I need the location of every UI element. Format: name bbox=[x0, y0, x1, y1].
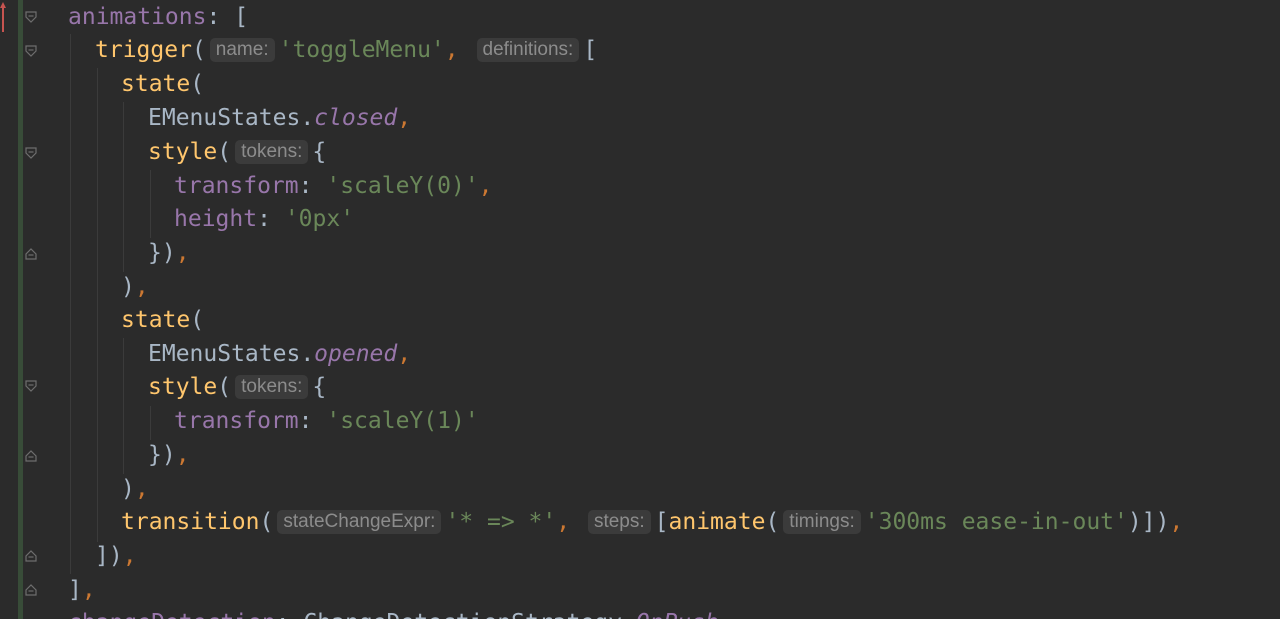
code-line[interactable]: state( bbox=[121, 67, 204, 101]
parameter-hint: tokens: bbox=[235, 375, 309, 399]
indent-guide bbox=[70, 34, 71, 574]
fold-collapse-icon[interactable] bbox=[25, 45, 37, 57]
function-token: animate bbox=[668, 509, 766, 535]
code-line[interactable]: height: '0px' bbox=[174, 202, 354, 236]
string-token: 'scaleY(1)' bbox=[326, 408, 479, 434]
string-token: '0px' bbox=[284, 206, 355, 232]
code-line[interactable]: }), bbox=[148, 236, 190, 270]
indent-guide bbox=[97, 68, 98, 542]
code-line[interactable]: transform: 'scaleY(0)', bbox=[174, 169, 493, 203]
fold-end-icon[interactable] bbox=[25, 550, 37, 562]
function-token: style bbox=[148, 374, 218, 400]
enum-member-token: closed bbox=[314, 105, 398, 131]
indent-guide bbox=[123, 102, 124, 272]
function-token: trigger bbox=[95, 37, 192, 63]
indent-guide bbox=[150, 170, 151, 238]
indent-guide bbox=[150, 406, 151, 440]
code-line[interactable]: ), bbox=[121, 472, 149, 506]
function-token: transition bbox=[121, 509, 260, 535]
property-token: transform bbox=[174, 173, 299, 199]
fold-end-icon[interactable] bbox=[25, 248, 37, 260]
property-token: transform bbox=[174, 408, 299, 434]
code-line[interactable]: state( bbox=[121, 303, 204, 337]
indent-guide bbox=[123, 338, 124, 474]
parameter-hint: timings: bbox=[783, 510, 861, 534]
code-line[interactable]: EMenuStates.closed, bbox=[148, 101, 411, 135]
parameter-hint: definitions: bbox=[476, 38, 580, 62]
string-token: 'scaleY(0)' bbox=[326, 173, 479, 199]
property-token: animations bbox=[68, 4, 207, 30]
code-line[interactable]: style(tokens:{ bbox=[148, 370, 326, 404]
enum-member-token: opened bbox=[314, 341, 398, 367]
function-token: state bbox=[121, 307, 191, 333]
vcs-modified-arrow-icon[interactable] bbox=[0, 2, 6, 32]
fold-end-icon[interactable] bbox=[25, 584, 37, 596]
code-line[interactable]: style(tokens:{ bbox=[148, 135, 326, 169]
parameter-hint: steps: bbox=[587, 510, 651, 534]
fold-end-icon[interactable] bbox=[25, 450, 37, 462]
parameter-hint: stateChangeExpr: bbox=[277, 510, 442, 534]
code-line[interactable]: transition(stateChangeExpr: '* => *', ste… bbox=[121, 505, 1183, 539]
function-token: style bbox=[148, 139, 218, 165]
parameter-hint: tokens: bbox=[235, 140, 309, 164]
code-line[interactable]: transform: 'scaleY(1)' bbox=[174, 404, 479, 438]
parameter-hint: name: bbox=[209, 38, 275, 62]
code-editor[interactable]: animations: [ trigger(name:'toggleMenu',… bbox=[0, 0, 1280, 619]
code-line[interactable]: }), bbox=[148, 438, 190, 472]
string-token: '* => *' bbox=[445, 509, 557, 535]
code-line[interactable]: ], bbox=[68, 573, 96, 607]
fold-collapse-icon[interactable] bbox=[25, 147, 37, 159]
fold-collapse-icon[interactable] bbox=[25, 380, 37, 392]
code-line[interactable]: changeDetection: ChangeDetectionStrategy… bbox=[68, 606, 719, 619]
property-token: changeDetection bbox=[68, 610, 276, 619]
code-line[interactable]: trigger(name:'toggleMenu', definitions:[ bbox=[95, 33, 597, 67]
editor-gutter bbox=[0, 0, 44, 619]
property-token: height bbox=[174, 206, 258, 232]
enum-member-token: OnPush bbox=[636, 610, 719, 619]
code-line[interactable]: animations: [ bbox=[68, 0, 248, 34]
string-token: '300ms ease-in-out' bbox=[864, 509, 1128, 535]
code-line[interactable]: ), bbox=[121, 270, 149, 304]
code-line[interactable]: ]), bbox=[95, 539, 137, 573]
fold-collapse-icon[interactable] bbox=[25, 11, 37, 23]
code-line[interactable]: EMenuStates.opened, bbox=[148, 337, 411, 371]
function-token: state bbox=[121, 71, 191, 97]
string-token: 'toggleMenu' bbox=[278, 37, 445, 63]
vcs-change-bar bbox=[18, 0, 23, 619]
